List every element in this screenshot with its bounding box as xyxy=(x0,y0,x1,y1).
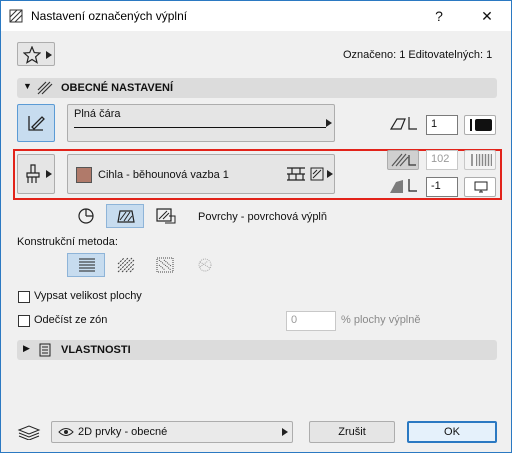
monitor-icon xyxy=(474,181,488,193)
paint-brush-icon xyxy=(26,164,40,183)
chevron-right-icon xyxy=(282,428,288,436)
hatch-icon xyxy=(37,81,53,95)
ok-button[interactable]: OK xyxy=(407,421,497,443)
cancel-button[interactable]: Zrušit xyxy=(309,421,395,443)
line-type-label: Plná čára xyxy=(74,108,121,120)
line-edit-icon xyxy=(28,116,45,131)
fill-color-swatch xyxy=(76,167,92,183)
surface-fill-toggle[interactable] xyxy=(106,204,144,228)
pen-icon xyxy=(389,117,417,130)
subtract-zones-label: Odečíst ze zón xyxy=(34,314,108,326)
pen-color-swatch xyxy=(475,119,492,131)
surface-fill-icon xyxy=(117,210,135,223)
properties-section-header[interactable]: ▶ VLASTNOSTI xyxy=(17,340,497,360)
layer-dropdown-value: 2D prvky - obecné xyxy=(78,426,168,438)
background-pen-number-field[interactable]: -1 xyxy=(426,177,458,197)
texture-pattern-icon[interactable] xyxy=(196,257,214,273)
chevron-right-icon: ▶ xyxy=(23,343,30,353)
fill-pen-button[interactable] xyxy=(387,150,419,170)
diagonal-hatch-icon[interactable] xyxy=(117,257,135,273)
chevron-right-icon xyxy=(326,119,332,127)
pen-color-marker xyxy=(470,119,472,131)
pen-color-button[interactable] xyxy=(464,115,496,135)
fill-percent-label: % plochy výplně xyxy=(341,314,421,326)
show-area-label: Vypsat velikost plochy xyxy=(34,290,142,302)
fill-pen-color-button[interactable] xyxy=(464,150,496,170)
selection-info: Označeno: 1 Editovatelných: 1 xyxy=(343,49,493,61)
fill-pen-color-swatch xyxy=(476,154,492,166)
construction-method-label: Konstrukční metoda: xyxy=(17,236,118,248)
surface-fill-label: Povrchy - povrchová výplň xyxy=(198,211,327,223)
fill-type-button[interactable] xyxy=(17,154,55,194)
line-preview xyxy=(74,127,326,128)
dialog-window: Nastavení označených výplní ? ✕ Označeno… xyxy=(0,0,512,453)
general-section-header[interactable]: ▼ OBECNÉ NASTAVENÍ xyxy=(17,78,497,98)
help-button[interactable]: ? xyxy=(427,4,451,28)
fill-type-selector[interactable]: Cihla - běhounová vazba 1 xyxy=(67,154,335,194)
fill-preview-icon xyxy=(310,167,324,181)
chevron-down-icon: ▼ xyxy=(23,81,32,91)
fill-name: Cihla - běhounová vazba 1 xyxy=(98,169,229,181)
properties-section-title: VLASTNOSTI xyxy=(61,344,131,356)
close-button[interactable]: ✕ xyxy=(467,4,507,28)
document-icon xyxy=(39,343,51,357)
chevron-right-icon xyxy=(46,170,52,178)
dotted-pattern-icon[interactable] xyxy=(156,257,174,273)
chevron-right-icon xyxy=(46,51,52,59)
eye-icon xyxy=(58,428,74,436)
layers-icon xyxy=(17,425,41,440)
fill-settings-icon xyxy=(9,9,23,23)
fill-pen-number-field[interactable]: 102 xyxy=(426,150,458,170)
star-icon xyxy=(23,46,41,64)
title-bar: Nastavení označených výplní ? ✕ xyxy=(1,1,511,31)
layer-dropdown[interactable]: 2D prvky - obecné xyxy=(51,421,293,443)
cover-fill-icon xyxy=(156,208,176,224)
window-title: Nastavení označených výplní xyxy=(31,9,188,23)
general-section-title: OBECNÉ NASTAVENÍ xyxy=(61,82,174,94)
brick-pattern-icon xyxy=(287,167,305,181)
background-pen-color-button[interactable] xyxy=(464,177,496,197)
favorites-button[interactable] xyxy=(17,42,55,66)
fill-pen-color-marker xyxy=(471,154,473,166)
pen-number-field[interactable]: 1 xyxy=(426,115,458,135)
horizontal-lines-icon xyxy=(79,258,95,272)
line-type-selector[interactable]: Plná čára xyxy=(67,104,335,142)
construction-method-lines[interactable] xyxy=(67,253,105,277)
fill-percent-field[interactable]: 0 xyxy=(286,311,336,331)
show-area-checkbox[interactable] xyxy=(18,291,30,303)
fill-pen-icon xyxy=(391,153,416,167)
subtract-zones-checkbox[interactable] xyxy=(18,315,30,327)
line-toggle-button[interactable] xyxy=(17,104,55,142)
pie-fill-icon xyxy=(78,208,94,224)
chevron-right-icon xyxy=(327,170,333,178)
background-pen-icon xyxy=(390,179,417,193)
